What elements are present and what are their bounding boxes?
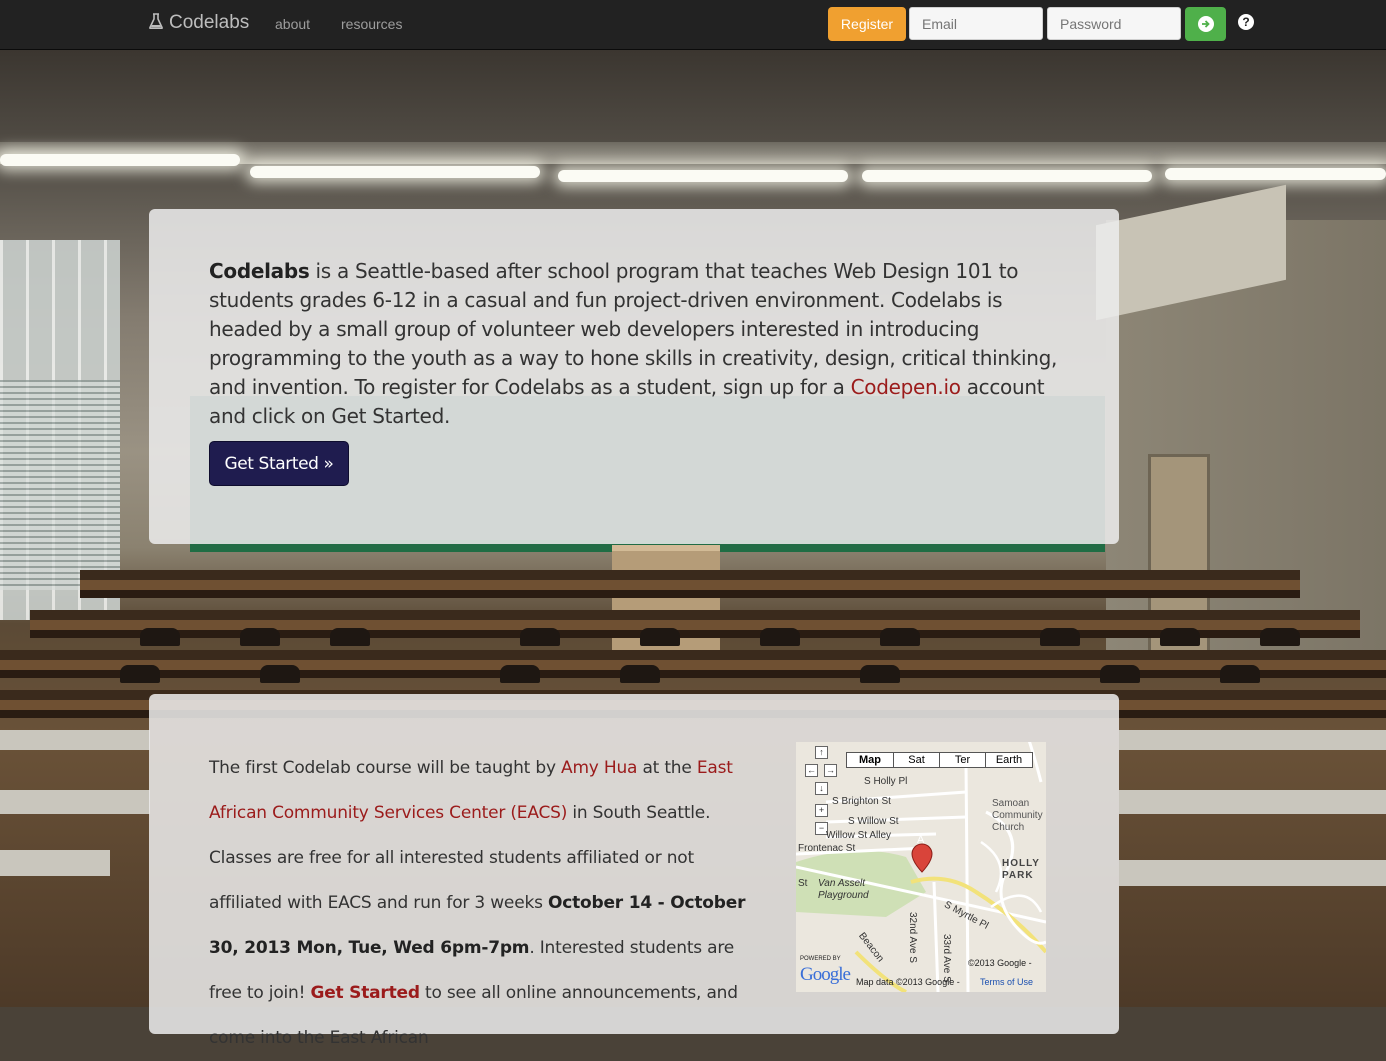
- map-type-satellite[interactable]: Sat: [893, 752, 940, 768]
- desk: [0, 730, 150, 750]
- info-text-part: at the: [637, 758, 697, 778]
- desk-row: [0, 650, 1386, 660]
- codepen-link[interactable]: Codepen.io: [851, 375, 961, 399]
- flask-icon: [149, 12, 163, 34]
- chair: [260, 665, 300, 683]
- map-copyright: ©2013 Google -: [968, 958, 1032, 968]
- chair: [140, 628, 180, 646]
- street-label: 33rd Ave S: [941, 934, 952, 983]
- info-text-part: The first Codelab course will be taught …: [209, 758, 562, 778]
- password-input[interactable]: [1047, 7, 1181, 40]
- hero-description: Codelabs is a Seattle-based after school…: [209, 257, 1069, 431]
- hero-brand-bold: Codelabs: [209, 259, 310, 283]
- street-label: Willow St Alley: [826, 830, 892, 841]
- chair: [640, 628, 680, 646]
- desk: [1119, 790, 1386, 814]
- map-data-credit: Map data ©2013 Google -: [856, 977, 960, 987]
- window-blinds: [0, 380, 120, 590]
- desk-row: [80, 570, 1300, 580]
- street-label: S Holly Pl: [864, 776, 908, 787]
- chair: [520, 628, 560, 646]
- brand-logo[interactable]: Codelabs: [149, 12, 249, 34]
- email-input[interactable]: [909, 7, 1043, 40]
- ceiling-light: [558, 170, 848, 182]
- map-type-terrain[interactable]: Ter: [939, 752, 986, 768]
- desk-row: [30, 610, 1360, 620]
- desk: [1119, 860, 1386, 886]
- chair: [330, 628, 370, 646]
- hero-panel: Codelabs is a Seattle-based after school…: [149, 209, 1119, 544]
- register-button[interactable]: Register: [828, 7, 906, 41]
- desk: [0, 850, 110, 876]
- pan-down-icon[interactable]: ↓: [815, 782, 828, 795]
- ceiling-light: [862, 170, 1152, 182]
- chair: [1100, 665, 1140, 683]
- nav-link-about[interactable]: about: [275, 16, 310, 32]
- chair: [860, 665, 900, 683]
- street-label: St: [798, 878, 808, 889]
- chair: [500, 665, 540, 683]
- zoom-in-icon[interactable]: +: [815, 804, 828, 817]
- chair: [620, 665, 660, 683]
- pan-right-icon[interactable]: →: [824, 764, 837, 777]
- chair: [120, 665, 160, 683]
- church-label: Samoan Community Church: [992, 798, 1043, 833]
- login-submit-button[interactable]: [1185, 7, 1226, 41]
- get-started-link[interactable]: Get Started: [310, 983, 420, 1003]
- street-label: S Brighton St: [832, 796, 891, 807]
- terms-of-use-link[interactable]: Terms of Use: [980, 977, 1033, 987]
- pan-left-icon[interactable]: ←: [805, 764, 818, 777]
- chair: [880, 628, 920, 646]
- desk: [0, 790, 150, 814]
- park-label: Van Asselt Playground: [818, 878, 869, 901]
- ceiling-light: [0, 154, 240, 166]
- location-map[interactable]: Map Sat Ter Earth ↑ ← → ↓ + − S Holly Pl…: [796, 742, 1046, 992]
- chair: [1040, 628, 1080, 646]
- desk: [1119, 730, 1386, 750]
- neighborhood-label: HOLLY PARK: [1002, 858, 1040, 881]
- map-type-earth[interactable]: Earth: [985, 752, 1033, 768]
- pan-up-icon[interactable]: ↑: [815, 746, 828, 759]
- brand-name: Codelabs: [169, 12, 250, 33]
- chair: [1160, 628, 1200, 646]
- google-logo[interactable]: Google: [800, 964, 851, 986]
- ceiling-light: [250, 166, 540, 178]
- chair: [240, 628, 280, 646]
- arrow-right-circle-icon: [1197, 16, 1214, 32]
- chair: [1220, 665, 1260, 683]
- teacher-link[interactable]: Amy Hua: [561, 758, 637, 778]
- map-type-map[interactable]: Map: [846, 752, 894, 768]
- ceiling-light: [1165, 168, 1386, 180]
- powered-by-label: POWERED BY: [800, 956, 841, 962]
- map-marker-label: A: [917, 834, 925, 846]
- top-navbar: Codelabs about resources Register ?: [0, 0, 1386, 50]
- question-circle-icon[interactable]: ?: [1238, 14, 1254, 30]
- street-label: 32nd Ave S: [907, 912, 918, 963]
- street-label: S Willow St: [848, 816, 899, 827]
- get-started-button[interactable]: Get Started »: [209, 441, 349, 486]
- street-label: Frontenac St: [798, 843, 856, 854]
- course-description: The first Codelab course will be taught …: [209, 746, 769, 1061]
- chair: [760, 628, 800, 646]
- chair: [1260, 628, 1300, 646]
- nav-link-resources[interactable]: resources: [341, 16, 402, 32]
- course-info-panel: The first Codelab course will be taught …: [149, 694, 1119, 1048]
